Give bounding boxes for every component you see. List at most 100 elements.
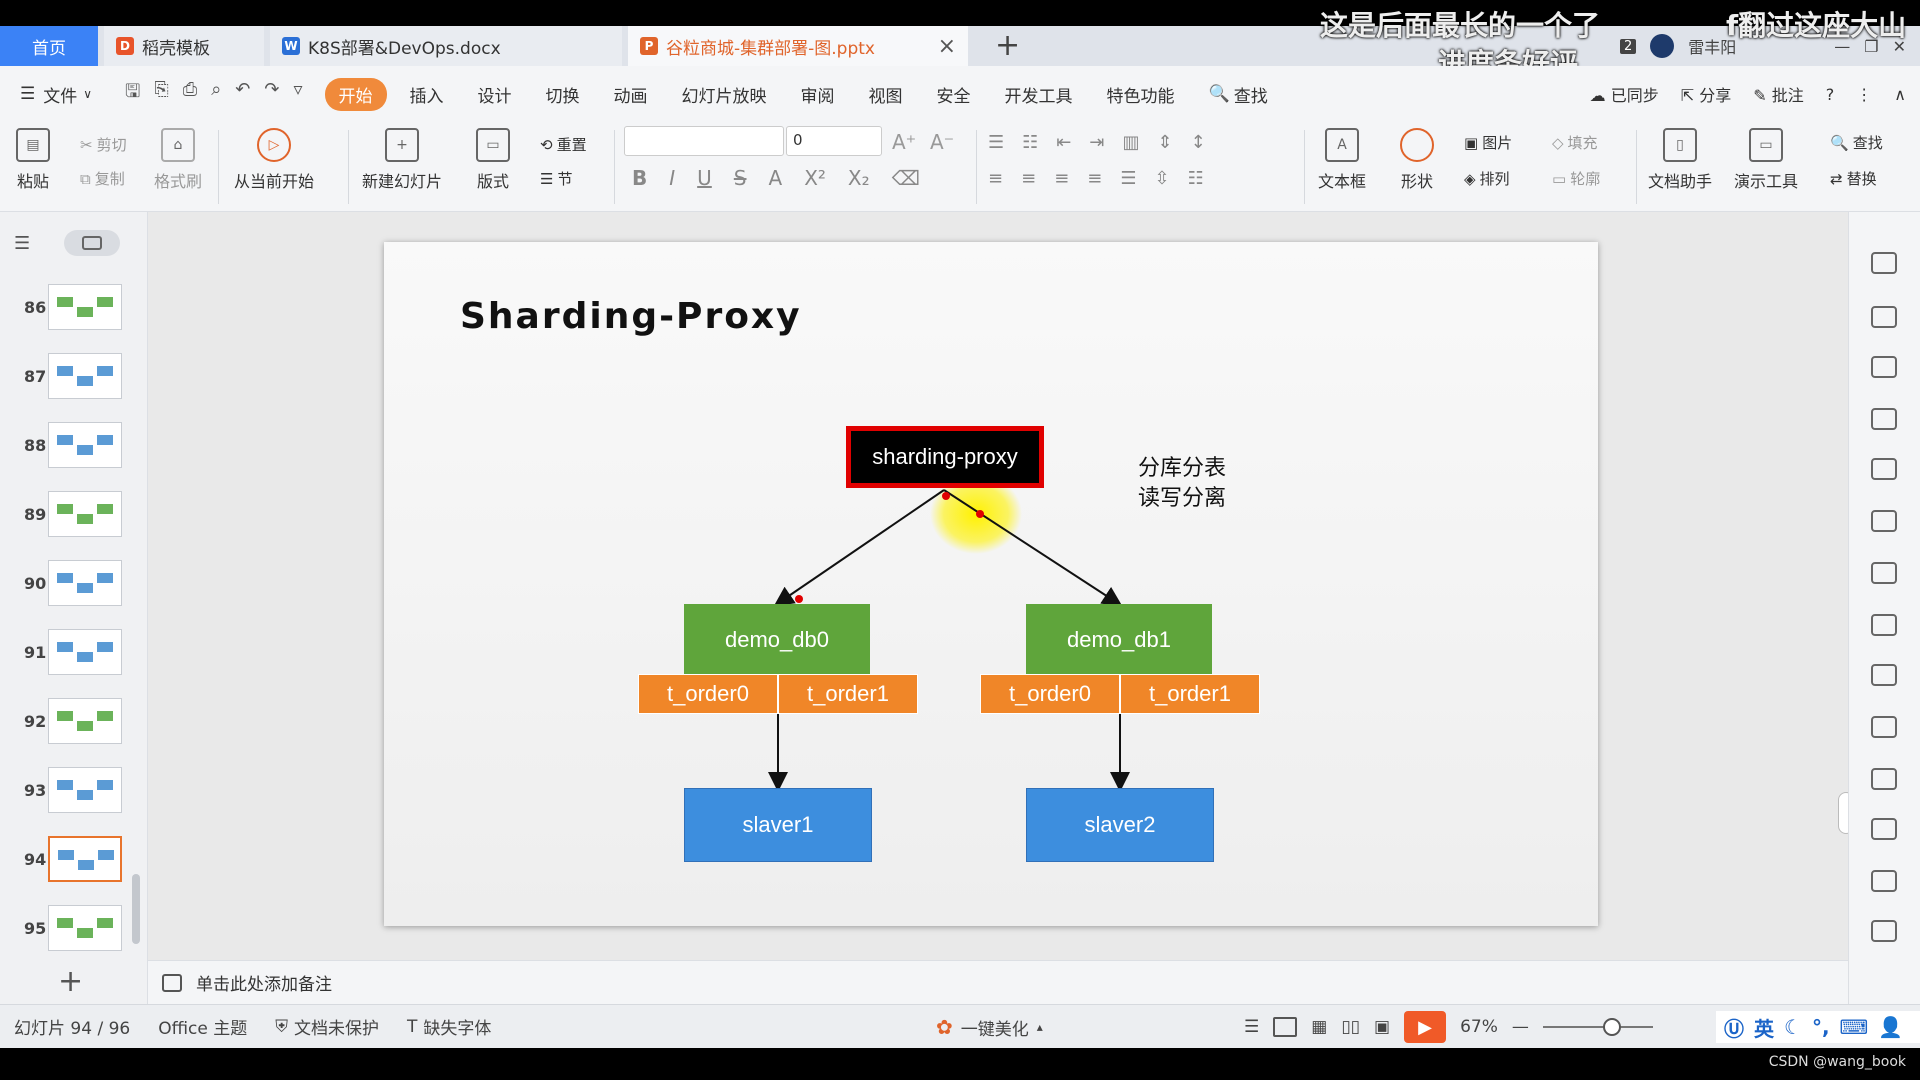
- arrange-button[interactable]: ◈ 排列: [1464, 168, 1510, 189]
- thumbnail-view-toggle[interactable]: [64, 230, 121, 256]
- customize-icon[interactable]: ▿: [293, 79, 302, 109]
- clear-format-icon[interactable]: ⌫: [892, 166, 920, 190]
- bold-icon[interactable]: B: [632, 166, 647, 190]
- animation-icon[interactable]: [1871, 306, 1897, 328]
- superscript-icon[interactable]: X²: [804, 166, 826, 190]
- more-icon[interactable]: ⋮: [1856, 85, 1872, 104]
- close-tab-icon[interactable]: ×: [938, 34, 956, 59]
- thumbnail-row[interactable]: 91: [0, 627, 148, 683]
- thumbnail-row[interactable]: 95: [0, 903, 148, 959]
- slide-thumbnail[interactable]: [48, 284, 122, 330]
- decrease-indent-icon[interactable]: ⇤: [1056, 132, 1071, 153]
- tab-k8s-doc[interactable]: W K8S部署&DevOps.docx: [270, 26, 622, 66]
- find-button[interactable]: 🔍 查找: [1830, 132, 1883, 153]
- numbering-icon[interactable]: ☷: [1022, 132, 1038, 153]
- presenter-view-icon[interactable]: ▣: [1374, 1017, 1390, 1037]
- italic-icon[interactable]: I: [669, 166, 675, 190]
- slide-thumbnail[interactable]: [48, 560, 122, 606]
- beautify-button[interactable]: ✿ 一键美化 ▴: [936, 1005, 1043, 1049]
- add-slide-button[interactable]: +: [58, 964, 83, 999]
- volume-icon[interactable]: [1871, 920, 1897, 942]
- font-size-select[interactable]: 0: [786, 126, 882, 156]
- outline-button[interactable]: ▭ 轮廓: [1552, 168, 1600, 189]
- slide-thumbnail[interactable]: [48, 491, 122, 537]
- section-button[interactable]: ☰ 节: [540, 168, 572, 189]
- protect-status[interactable]: ⛨ 文档未保护: [261, 1014, 393, 1040]
- slide-thumbnail[interactable]: [48, 905, 122, 951]
- slide-thumbnail[interactable]: [48, 698, 122, 744]
- print-preview-icon[interactable]: ⌕: [211, 79, 221, 109]
- menu-design[interactable]: 设计: [461, 82, 529, 107]
- tab-cluster-pptx[interactable]: P 谷粒商城-集群部署-图.pptx ×: [628, 26, 968, 66]
- collapse-ribbon-icon[interactable]: ∧: [1894, 85, 1906, 104]
- menu-transitions[interactable]: 切换: [529, 82, 597, 107]
- zoom-level[interactable]: 67%: [1460, 1017, 1498, 1037]
- star-icon[interactable]: [1871, 252, 1897, 274]
- reading-view-icon[interactable]: ▯▯: [1341, 1017, 1360, 1037]
- cut-button[interactable]: ✂ 剪切: [80, 134, 127, 155]
- thumbnail-row[interactable]: 88: [0, 420, 148, 476]
- paste-button[interactable]: ▤ 粘贴: [16, 128, 50, 192]
- align-right-icon[interactable]: ≡: [1054, 168, 1069, 189]
- picture-icon[interactable]: [1871, 870, 1897, 892]
- align-left-icon[interactable]: ≡: [988, 168, 1003, 189]
- menu-insert[interactable]: 插入: [393, 82, 461, 107]
- notes-view-icon[interactable]: ☰: [1244, 1017, 1259, 1037]
- font-color-icon[interactable]: A: [769, 166, 783, 190]
- thumbnail-row[interactable]: 89: [0, 489, 148, 545]
- zoom-slider[interactable]: [1542, 1018, 1653, 1036]
- chart-icon[interactable]: [1871, 614, 1897, 636]
- outline-view-icon[interactable]: ☰: [14, 233, 30, 254]
- thumbnail-row[interactable]: 92: [0, 696, 148, 752]
- thumbnail-row[interactable]: 93: [0, 765, 148, 821]
- normal-view-icon[interactable]: [1273, 1017, 1298, 1037]
- present-tools-button[interactable]: ▭ 演示工具: [1734, 128, 1798, 192]
- doc-assistant-button[interactable]: ▯ 文档助手: [1648, 128, 1712, 192]
- location-icon[interactable]: [1871, 408, 1897, 430]
- slide-thumbnail[interactable]: [48, 836, 122, 882]
- slideshow-play-button[interactable]: ▶: [1404, 1011, 1447, 1043]
- export-icon[interactable]: [1871, 768, 1897, 790]
- slide-thumbnail[interactable]: [48, 422, 122, 468]
- notes-bar[interactable]: 单击此处添加备注: [148, 960, 1848, 1004]
- columns-icon[interactable]: ▥: [1122, 132, 1139, 153]
- table-icon[interactable]: [1871, 510, 1897, 532]
- from-current-button[interactable]: ▷ 从当前开始: [234, 128, 314, 192]
- menu-security[interactable]: 安全: [920, 82, 988, 107]
- slide-94[interactable]: Sharding-Proxy sharding-proxy 分库分表 读写分离 …: [384, 242, 1598, 926]
- shape-effects-icon[interactable]: [1871, 356, 1897, 378]
- reset-button[interactable]: ⟲ 重置: [540, 134, 587, 155]
- menu-home[interactable]: 开始: [324, 77, 387, 111]
- sorter-view-icon[interactable]: ▦: [1311, 1017, 1327, 1037]
- comment-button[interactable]: ✎ 批注: [1753, 82, 1804, 106]
- font-family-select[interactable]: [624, 126, 784, 156]
- archive-icon[interactable]: [1871, 818, 1897, 840]
- menu-review[interactable]: 审阅: [784, 82, 852, 107]
- missing-font[interactable]: T 缺失字体: [393, 1014, 505, 1040]
- share-button[interactable]: ⇱ 分享: [1681, 82, 1732, 106]
- menu-slideshow[interactable]: 幻灯片放映: [665, 82, 784, 107]
- menu-developer[interactable]: 开发工具: [988, 82, 1090, 107]
- grid-icon[interactable]: [1871, 562, 1897, 584]
- copy-button[interactable]: ⧉ 复制: [80, 168, 125, 189]
- strikethrough-icon[interactable]: S: [734, 166, 747, 190]
- menu-search[interactable]: 🔍 查找: [1192, 82, 1285, 107]
- menu-view[interactable]: 视图: [852, 82, 920, 107]
- help-button[interactable]: ?: [1826, 85, 1835, 104]
- thumbnail-row[interactable]: 90: [0, 558, 148, 614]
- thumbnail-row[interactable]: 87: [0, 351, 148, 407]
- fill-button[interactable]: ◇ 填充: [1552, 132, 1598, 153]
- save-icon[interactable]: 🖫: [125, 79, 140, 109]
- theme-name[interactable]: Office 主题: [144, 1014, 261, 1039]
- new-tab-button[interactable]: +: [995, 28, 1020, 63]
- menu-features[interactable]: 特色功能: [1090, 82, 1192, 107]
- distribute-icon[interactable]: ☰: [1120, 168, 1136, 189]
- list-indent-icon[interactable]: ☷: [1188, 168, 1204, 189]
- textbox-button[interactable]: A 文本框: [1318, 128, 1366, 192]
- style-icon[interactable]: [1871, 458, 1897, 480]
- file-menu[interactable]: ☰ 文件 ∨: [0, 82, 109, 107]
- text-direction-icon[interactable]: ⇕: [1157, 132, 1172, 153]
- tab-docer-templates[interactable]: D 稻壳模板: [104, 26, 264, 66]
- tab-home[interactable]: 首页: [0, 26, 98, 66]
- picture-button[interactable]: ▣ 图片: [1464, 132, 1512, 153]
